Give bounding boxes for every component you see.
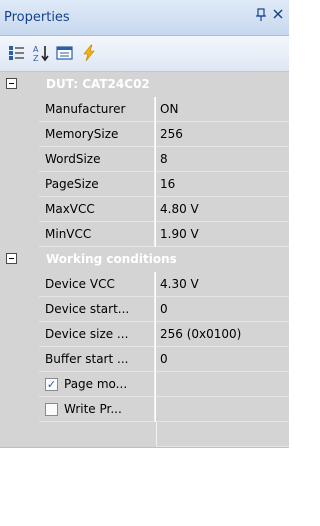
property-value[interactable]: 4.30 V — [160, 277, 199, 291]
property-value[interactable]: 256 (0x0100) — [160, 327, 241, 341]
property-row[interactable]: Device size ... 256 (0x0100) — [0, 322, 289, 347]
property-name: Manufacturer — [45, 102, 126, 116]
property-value[interactable]: 1.90 V — [160, 227, 199, 241]
svg-text:A: A — [33, 45, 39, 54]
property-pages-icon[interactable] — [56, 44, 74, 62]
close-icon[interactable] — [271, 8, 285, 24]
property-value[interactable]: 0 — [160, 352, 168, 366]
empty-row — [0, 422, 289, 447]
property-row[interactable]: Write Pr... — [0, 397, 289, 422]
panel-title-bar[interactable]: Properties — [0, 0, 289, 36]
collapse-icon[interactable] — [6, 253, 17, 264]
property-name: Device start... — [45, 302, 130, 316]
pin-icon[interactable] — [254, 8, 268, 24]
properties-toolbar: A Z — [0, 36, 289, 72]
svg-text:Z: Z — [33, 54, 39, 62]
alphabetical-icon[interactable]: A Z — [32, 44, 50, 63]
property-name: PageSize — [45, 177, 99, 191]
events-icon[interactable] — [80, 44, 98, 62]
property-row[interactable]: Device VCC 4.30 V — [0, 272, 289, 297]
property-value[interactable]: 0 — [160, 302, 168, 316]
page-mode-checkbox[interactable]: ✓ — [45, 378, 58, 391]
property-name: Device size ... — [45, 327, 129, 341]
category-label: Working conditions — [46, 252, 177, 266]
property-row[interactable]: ✓ Page mo... — [0, 372, 289, 397]
property-row[interactable]: MaxVCC 4.80 V — [0, 197, 289, 222]
write-protect-checkbox[interactable] — [45, 403, 58, 416]
property-name: Buffer start ... — [45, 352, 129, 366]
property-name: Write Pr... — [64, 402, 122, 416]
property-value[interactable]: 256 — [160, 127, 183, 141]
property-name: Device VCC — [45, 277, 115, 291]
category-row-dut[interactable]: DUT: CAT24C02 — [0, 72, 289, 97]
property-name: WordSize — [45, 152, 101, 166]
property-name: Page mo... — [64, 377, 128, 391]
property-name: MaxVCC — [45, 202, 95, 216]
property-value[interactable]: ON — [160, 102, 178, 116]
property-row[interactable]: Buffer start ... 0 — [0, 347, 289, 372]
property-row[interactable]: PageSize 16 — [0, 172, 289, 197]
property-name: MemorySize — [45, 127, 119, 141]
properties-panel: Properties A Z DUT: CAT24C02 Manufacture… — [0, 0, 289, 526]
property-name: MinVCC — [45, 227, 92, 241]
property-row[interactable]: MinVCC 1.90 V — [0, 222, 289, 247]
categorized-icon[interactable] — [8, 44, 26, 62]
description-pane — [0, 447, 289, 526]
property-row[interactable]: Device start... 0 — [0, 297, 289, 322]
property-value[interactable]: 8 — [160, 152, 168, 166]
category-label: DUT: CAT24C02 — [46, 77, 150, 91]
category-row-working-conditions[interactable]: Working conditions — [0, 247, 289, 272]
property-value[interactable]: 4.80 V — [160, 202, 199, 216]
property-row[interactable]: WordSize 8 — [0, 147, 289, 172]
property-value[interactable]: 16 — [160, 177, 175, 191]
collapse-icon[interactable] — [6, 78, 17, 89]
property-row[interactable]: MemorySize 256 — [0, 122, 289, 147]
property-row[interactable]: Manufacturer ON — [0, 97, 289, 122]
panel-title: Properties — [4, 10, 70, 25]
